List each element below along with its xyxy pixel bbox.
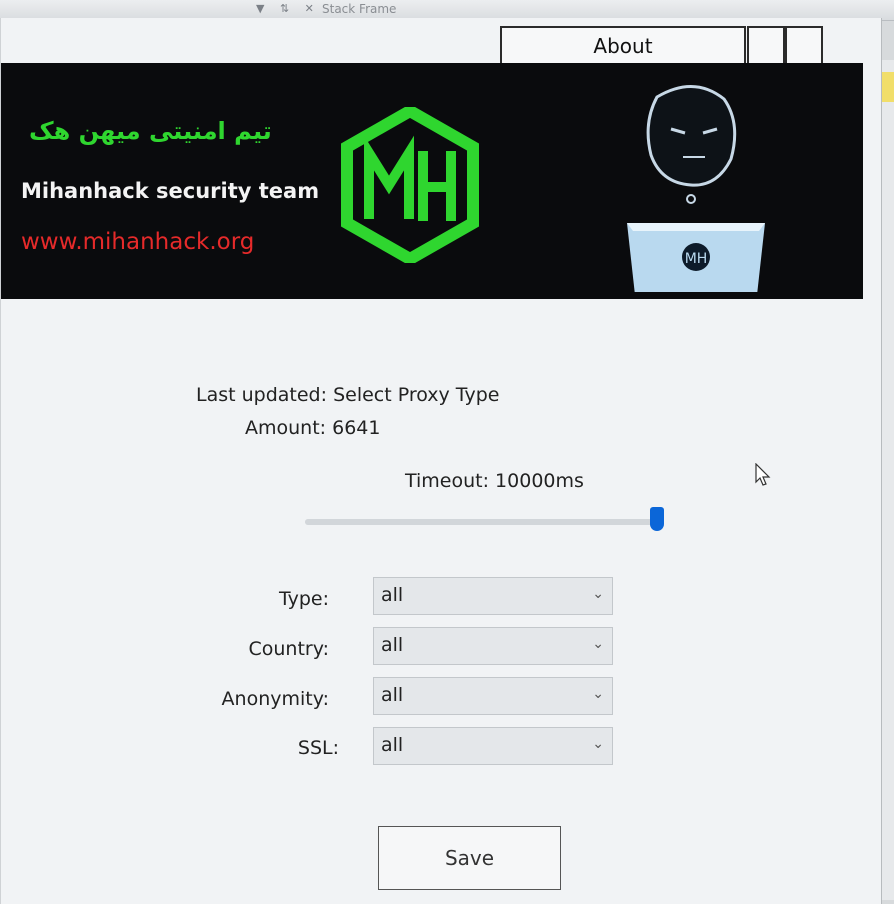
anonymity-label: Anonymity: xyxy=(221,688,329,710)
background-stack-frame-label: Stack Frame xyxy=(322,2,397,16)
chevron-down-icon: ⌄ xyxy=(592,736,604,752)
banner-persian-title: تیم امنیتی میهن هک xyxy=(29,117,272,145)
settings-panel: Last updated: Select Proxy Type Amount: … xyxy=(1,299,881,899)
timeout-slider[interactable] xyxy=(305,507,664,531)
chevron-down-icon: ⌄ xyxy=(592,636,604,652)
banner-website: www.mihanhack.org xyxy=(21,229,255,255)
type-select[interactable]: all ⌄ xyxy=(373,577,613,615)
country-label: Country: xyxy=(248,638,330,660)
background-highlight xyxy=(880,72,894,102)
mh-logo-icon xyxy=(341,107,479,263)
about-button[interactable]: About xyxy=(500,26,746,66)
timeout-slider-fill xyxy=(305,519,657,525)
chevron-down-icon: ⌄ xyxy=(592,686,604,702)
ssl-label: SSL: xyxy=(297,737,339,759)
ssl-select-value: all xyxy=(381,734,404,756)
type-select-value: all xyxy=(381,584,404,606)
country-select[interactable]: all ⌄ xyxy=(373,627,613,665)
ssl-select[interactable]: all ⌄ xyxy=(373,727,613,765)
title-bar: About xyxy=(1,18,881,72)
hacker-illustration-icon: MH xyxy=(627,85,765,292)
close-button[interactable] xyxy=(785,26,823,66)
banner-english-title: Mihanhack security team xyxy=(21,179,320,203)
anonymity-select[interactable]: all ⌄ xyxy=(373,677,613,715)
banner: تیم امنیتی میهن هک Mihanhack security te… xyxy=(1,63,863,299)
mouse-pointer-icon xyxy=(755,463,771,486)
amount-text: Amount: 6641 xyxy=(245,417,381,439)
anonymity-select-value: all xyxy=(381,684,404,706)
timeout-slider-thumb[interactable] xyxy=(650,507,664,531)
chevron-down-icon: ⌄ xyxy=(592,586,604,602)
svg-text:MH: MH xyxy=(685,251,708,267)
country-select-value: all xyxy=(381,634,404,656)
proxy-app-window: About تیم امنیتی میهن هک Mihanhack secur… xyxy=(0,18,882,904)
save-button[interactable]: Save xyxy=(378,826,561,890)
minimize-button[interactable] xyxy=(747,26,785,66)
type-label: Type: xyxy=(278,588,329,610)
last-updated-text: Last updated: Select Proxy Type xyxy=(196,384,500,406)
timeout-label: Timeout: 10000ms xyxy=(405,470,584,492)
background-toolbar-icons: ▼ ⇅ ✕ xyxy=(256,2,320,15)
